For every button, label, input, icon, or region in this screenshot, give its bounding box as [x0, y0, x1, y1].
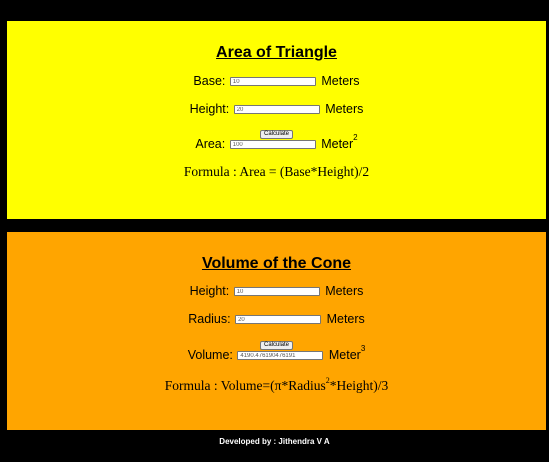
- area-unit-exponent: 2: [353, 133, 358, 142]
- volume-output[interactable]: [237, 351, 324, 361]
- area-label: Area:: [195, 137, 226, 151]
- base-input[interactable]: [229, 77, 316, 87]
- cone-height-row: Height: Meters: [7, 284, 546, 298]
- footer-credit: Developed by : Jithendra V A: [219, 437, 330, 446]
- cone-title: Volume of the Cone: [201, 255, 352, 272]
- radius-label: Radius:: [188, 312, 231, 326]
- base-label: Base:: [193, 74, 226, 88]
- triangle-formula: Formula : Area = (Base*Height)/2: [183, 164, 370, 179]
- height-input[interactable]: [233, 105, 320, 115]
- base-unit: Meters: [321, 74, 360, 88]
- volume-unit: Meter3: [328, 344, 366, 363]
- triangle-title: Area of Triangle: [216, 44, 337, 61]
- radius-input[interactable]: [235, 315, 322, 325]
- triangle-formula-divisor: 2: [362, 164, 370, 179]
- cone-formula-exponent: 2: [325, 376, 330, 385]
- cone-height-unit: Meters: [325, 284, 364, 298]
- cone-height-input[interactable]: [233, 287, 320, 297]
- area-output[interactable]: [229, 140, 316, 150]
- volume-row: Volume: Meter3: [7, 344, 546, 363]
- cone-formula-divisor: 3: [381, 378, 389, 393]
- height-unit: Meters: [325, 102, 364, 116]
- volume-unit-exponent: 3: [360, 344, 366, 353]
- cone-panel: Volume of the Cone Height: Meters Radius…: [7, 232, 546, 430]
- cone-formula: Formula : Volume=(π*Radius2*Height)/3: [164, 376, 389, 393]
- height-label: Height:: [189, 102, 230, 116]
- area-unit: Meter2: [321, 133, 358, 152]
- radius-row: Radius: Meters: [7, 312, 546, 326]
- cone-height-label: Height:: [189, 284, 230, 298]
- triangle-panel: Area of Triangle Base: Meters Height: Me…: [7, 21, 546, 219]
- radius-unit: Meters: [326, 312, 365, 326]
- area-row: Area: Meter2: [7, 133, 546, 152]
- base-row: Base: Meters: [7, 74, 546, 88]
- height-row: Height: Meters: [7, 102, 546, 116]
- volume-label: Volume:: [187, 348, 233, 362]
